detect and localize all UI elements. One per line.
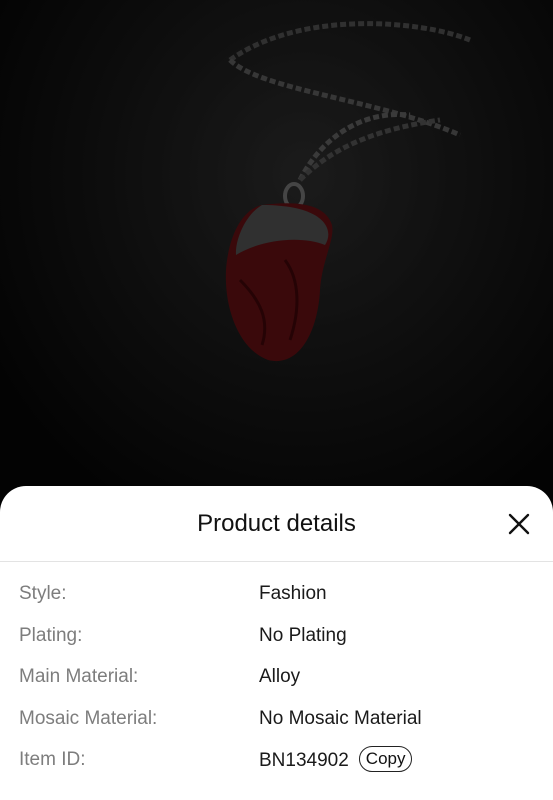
sheet-title: Product details <box>197 510 356 537</box>
detail-row-plating: Plating: No Plating <box>0 625 553 667</box>
sheet-header: Product details <box>0 486 553 562</box>
screen: Product details Style: Fashion Plating: … <box>0 0 553 800</box>
detail-label: Style: <box>19 583 67 604</box>
detail-label: Main Material: <box>19 666 139 687</box>
detail-value-text: No Plating <box>259 624 347 646</box>
copy-button[interactable]: Copy <box>358 746 413 772</box>
detail-label: Plating: <box>19 624 83 646</box>
product-image <box>0 0 553 500</box>
product-details-sheet: Product details Style: Fashion Plating: … <box>0 486 553 800</box>
detail-row-mosaic-material: Mosaic Material: No Mosaic Material <box>0 708 553 750</box>
detail-row-style: Style: Fashion <box>0 583 553 625</box>
overlay-scrim[interactable] <box>0 0 553 500</box>
detail-value: No Plating <box>259 625 347 647</box>
detail-label: Item ID: <box>19 749 86 770</box>
detail-row-item-id: Item ID: BN134902 Copy <box>0 746 553 791</box>
detail-row-main-material: Main Material: Alloy <box>0 666 553 708</box>
item-id-text[interactable]: BN134902 <box>259 750 349 772</box>
detail-value: BN134902 Copy <box>259 746 413 772</box>
detail-value: Alloy <box>259 666 300 688</box>
detail-value-text: Alloy <box>259 666 301 687</box>
detail-label: Mosaic Material: <box>19 707 158 729</box>
close-icon <box>508 513 530 535</box>
detail-value-text: Fashion <box>259 583 327 604</box>
close-button[interactable] <box>505 510 533 538</box>
detail-value: No Mosaic Material <box>259 708 422 730</box>
detail-value: Fashion <box>259 583 327 605</box>
details-list: Style: Fashion Plating: No Plating Main … <box>0 583 553 791</box>
detail-value-text: No Mosaic Material <box>259 707 422 729</box>
